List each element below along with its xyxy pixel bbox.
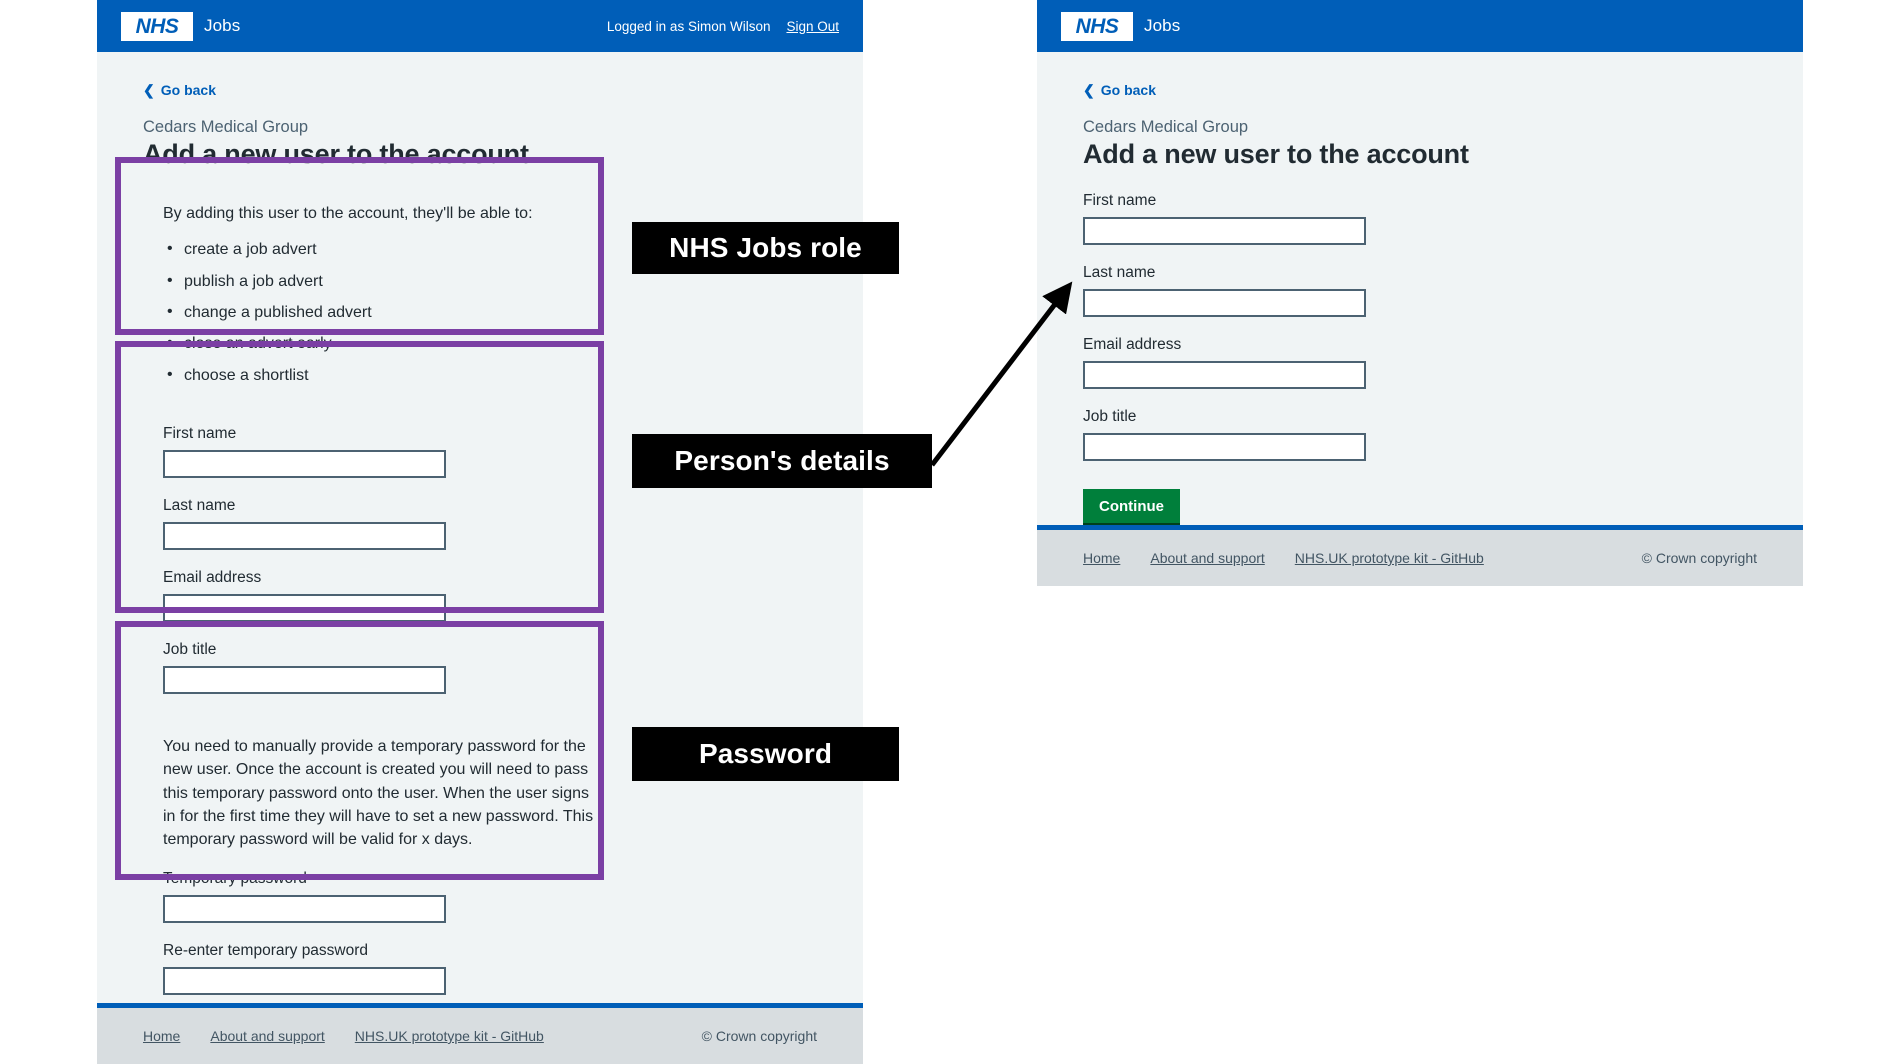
right-footer: Home About and support NHS.UK prototype … bbox=[1037, 525, 1803, 586]
temporary-password-label: Temporary password bbox=[163, 870, 307, 888]
nhs-logo-icon: NHS bbox=[121, 11, 193, 41]
field-group-last-name-right: Last name bbox=[1083, 264, 1757, 317]
nhs-header: NHS Jobs Logged in as Simon Wilson Sign … bbox=[97, 0, 863, 52]
header-account-area: Logged in as Simon Wilson Sign Out bbox=[607, 19, 839, 34]
reenter-password-input[interactable] bbox=[163, 967, 446, 996]
nhs-header-right: NHS Jobs bbox=[1037, 0, 1803, 52]
footer-link-prototype-kit-right[interactable]: NHS.UK prototype kit - GitHub bbox=[1295, 550, 1484, 566]
right-page-body: ❮ Go back Cedars Medical Group Add a new… bbox=[1037, 52, 1803, 552]
left-footer: Home About and support NHS.UK prototype … bbox=[97, 1003, 863, 1064]
temporary-password-input[interactable] bbox=[163, 895, 446, 924]
chevron-left-icon: ❮ bbox=[143, 82, 155, 98]
footer-link-home-right[interactable]: Home bbox=[1083, 550, 1120, 566]
go-back-link-right[interactable]: ❮ Go back bbox=[1083, 82, 1156, 98]
chevron-left-icon: ❮ bbox=[1083, 82, 1095, 98]
job-title-input[interactable] bbox=[163, 666, 446, 695]
footer-links-right: Home About and support NHS.UK prototype … bbox=[1083, 550, 1484, 566]
job-title-label: Job title bbox=[163, 641, 217, 659]
organisation-caption-right: Cedars Medical Group bbox=[1083, 118, 1249, 136]
field-group-last-name: Last name bbox=[163, 497, 797, 551]
footer-link-about-and-support-right[interactable]: About and support bbox=[1150, 550, 1264, 566]
page-title-right: Add a new user to the account bbox=[1083, 139, 1469, 169]
last-name-label: Last name bbox=[163, 497, 236, 515]
field-group-first-name-right: First name bbox=[1083, 192, 1757, 245]
left-browser-panel: NHS Jobs Logged in as Simon Wilson Sign … bbox=[97, 0, 863, 1064]
annotation-tag-person-details: Person's details bbox=[632, 434, 932, 488]
first-name-input[interactable] bbox=[163, 450, 446, 479]
field-group-temporary-password: Temporary password bbox=[163, 870, 797, 924]
nhs-logo-lockup-right[interactable]: NHS Jobs bbox=[1061, 11, 1181, 41]
continue-button-right[interactable]: Continue bbox=[1083, 489, 1180, 526]
footer-link-about-and-support[interactable]: About and support bbox=[210, 1028, 324, 1044]
organisation-caption: Cedars Medical Group bbox=[143, 118, 309, 136]
left-page-body: ❮ Go back Cedars Medical Group Add a new… bbox=[97, 52, 863, 1064]
service-name-label-right: Jobs bbox=[1144, 16, 1181, 35]
footer-copyright: © Crown copyright bbox=[701, 1028, 817, 1044]
email-address-input[interactable] bbox=[163, 594, 446, 623]
last-name-input-right[interactable] bbox=[1083, 289, 1366, 317]
footer-link-home[interactable]: Home bbox=[143, 1028, 180, 1044]
list-item: change a published advert bbox=[163, 301, 797, 324]
svg-text:NHS: NHS bbox=[1076, 15, 1119, 38]
first-name-label-right: First name bbox=[1083, 192, 1157, 209]
list-item: close an advert early bbox=[163, 332, 797, 355]
nhs-jobs-role-section: By adding this user to the account, they… bbox=[143, 185, 817, 410]
email-address-input-right[interactable] bbox=[1083, 361, 1366, 389]
field-group-email-address-right: Email address bbox=[1083, 336, 1757, 389]
right-browser-panel: NHS Jobs ❮ Go back Cedars Medical Group … bbox=[1037, 0, 1803, 586]
job-title-label-right: Job title bbox=[1083, 408, 1137, 425]
field-group-job-title-right: Job title bbox=[1083, 408, 1757, 461]
reenter-password-label: Re-enter temporary password bbox=[163, 942, 369, 960]
annotation-tag-nhs-jobs-role: NHS Jobs role bbox=[632, 222, 899, 274]
svg-text:NHS: NHS bbox=[136, 15, 179, 38]
go-back-label-right: Go back bbox=[1100, 82, 1156, 98]
last-name-input[interactable] bbox=[163, 522, 446, 551]
screenshot-canvas: NHS Jobs Logged in as Simon Wilson Sign … bbox=[0, 0, 1900, 1064]
go-back-link[interactable]: ❮ Go back bbox=[143, 82, 216, 98]
go-back-label: Go back bbox=[160, 82, 216, 98]
service-name-label: Jobs bbox=[204, 16, 241, 35]
sign-out-link[interactable]: Sign Out bbox=[786, 19, 839, 34]
page-title: Add a new user to the account bbox=[143, 139, 529, 169]
annotation-tag-password: Password bbox=[632, 727, 899, 781]
footer-links: Home About and support NHS.UK prototype … bbox=[143, 1028, 544, 1044]
last-name-label-right: Last name bbox=[1083, 264, 1156, 281]
password-intro-text: You need to manually provide a temporary… bbox=[163, 738, 594, 848]
list-item: choose a shortlist bbox=[163, 364, 797, 387]
nhs-logo-lockup[interactable]: NHS Jobs bbox=[121, 11, 241, 41]
email-address-label: Email address bbox=[163, 569, 262, 587]
nhs-logo-icon: NHS bbox=[1061, 11, 1133, 41]
footer-copyright-right: © Crown copyright bbox=[1641, 550, 1757, 566]
logged-in-label: Logged in as Simon Wilson bbox=[606, 18, 771, 34]
field-group-reenter-password: Re-enter temporary password bbox=[163, 942, 797, 996]
footer-link-prototype-kit[interactable]: NHS.UK prototype kit - GitHub bbox=[355, 1028, 544, 1044]
job-title-input-right[interactable] bbox=[1083, 433, 1366, 461]
field-group-email-address: Email address bbox=[163, 569, 797, 623]
field-group-job-title: Job title bbox=[163, 641, 797, 695]
email-address-label-right: Email address bbox=[1083, 336, 1182, 353]
first-name-input-right[interactable] bbox=[1083, 217, 1366, 245]
